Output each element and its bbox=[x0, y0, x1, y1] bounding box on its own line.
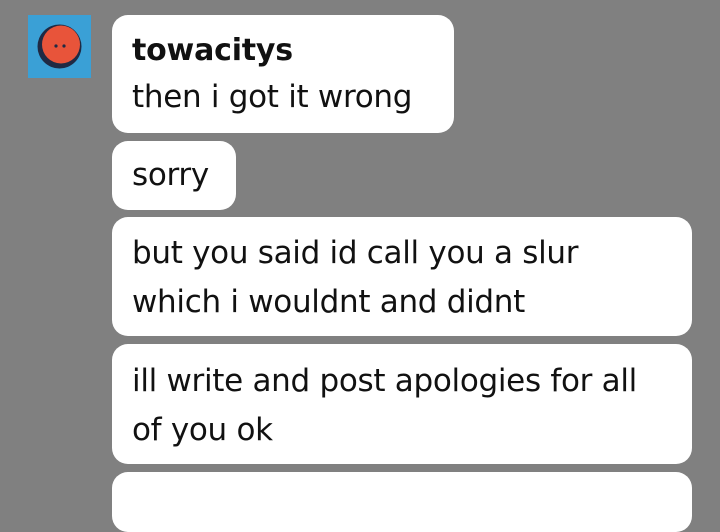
message-text: of you ok bbox=[132, 412, 273, 448]
message-text: which i wouldnt and didnt bbox=[132, 284, 525, 320]
message-bubble-partial[interactable] bbox=[112, 472, 692, 532]
sender-avatar[interactable] bbox=[28, 15, 91, 78]
message-text: sorry bbox=[132, 157, 209, 193]
message-bubble[interactable]: towacitys then i got it wrong bbox=[112, 15, 454, 133]
message-text: ill write and post apologies for all bbox=[132, 363, 637, 399]
message-bubble[interactable]: ill write and post apologies for all of … bbox=[112, 344, 692, 464]
message-bubble[interactable]: but you said id call you a slur which i … bbox=[112, 217, 692, 336]
sender-username[interactable]: towacitys bbox=[132, 28, 434, 73]
message-text: but you said id call you a slur bbox=[132, 235, 579, 271]
orange-face-avatar-icon bbox=[37, 24, 82, 69]
message-bubble[interactable]: sorry bbox=[112, 141, 236, 210]
message-text: then i got it wrong bbox=[132, 79, 413, 115]
